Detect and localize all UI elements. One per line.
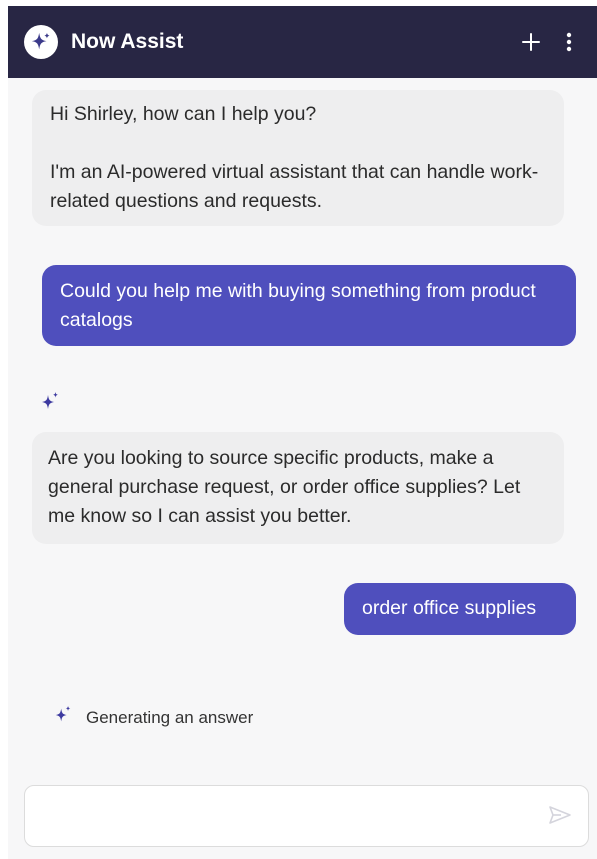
sparkle-icon [24,25,58,59]
now-assist-app: Now Assist Hi Shirley, how can I help yo… [0,0,597,859]
kebab-menu-icon[interactable] [555,26,583,58]
message-text: I'm an AI-powered virtual assistant that… [50,161,539,212]
generating-status: Generating an answer [52,704,253,731]
plus-icon[interactable] [517,26,545,58]
chat-area[interactable]: Hi Shirley, how can I help you? I'm an A… [8,78,597,859]
header-bar: Now Assist [8,6,597,78]
user-message: Could you help me with buying something … [42,265,576,346]
message-text: Hi Shirley, how can I help you? [50,103,317,125]
assistant-message: Are you looking to source specific produ… [32,432,564,544]
message-input[interactable] [39,786,543,848]
sparkle-icon [52,704,74,731]
sparkle-icon [38,390,62,419]
user-message: order office supplies [344,583,576,635]
message-composer [24,785,589,848]
app-title: Now Assist [71,30,184,53]
status-text: Generating an answer [86,707,254,727]
send-icon[interactable] [548,804,572,831]
assistant-message: Hi Shirley, how can I help you? I'm an A… [32,90,564,226]
